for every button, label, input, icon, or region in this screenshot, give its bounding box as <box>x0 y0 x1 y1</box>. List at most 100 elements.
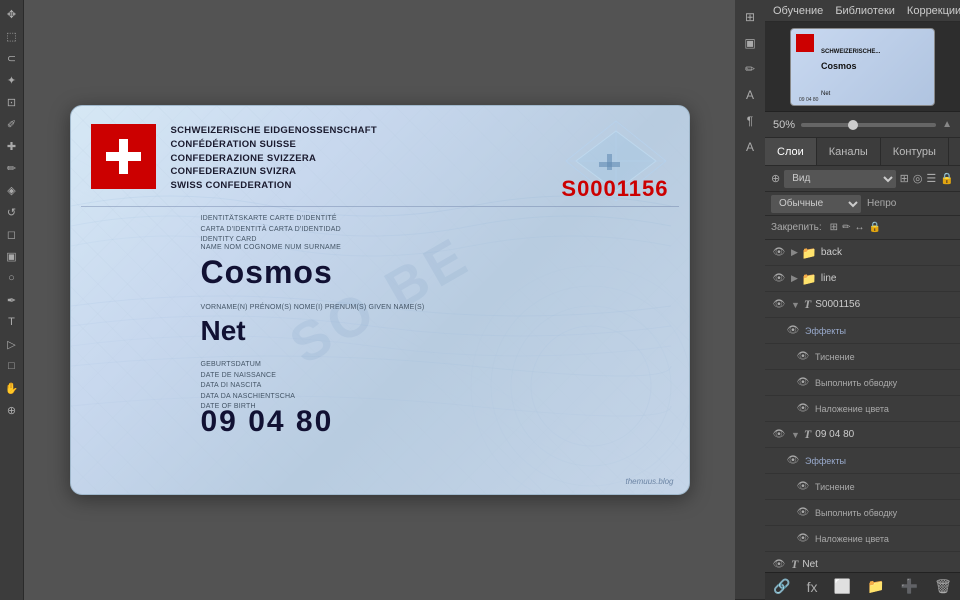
thumb-card: SCHWEIZERISCHE... Cosmos Net 09 04 80 <box>790 28 935 106</box>
layer-item-nal-1[interactable]: 👁 Наложение цвета <box>765 396 960 422</box>
menu-corrections[interactable]: Коррекции <box>907 5 960 17</box>
blend-mode-row: Обычные Непро <box>765 192 960 216</box>
given-name-label: VORNAME(N) PRÉNOM(S) NOME(I) PRENUM(S) G… <box>201 304 425 311</box>
tab-paths[interactable]: Контуры <box>881 138 949 165</box>
opacity-label: Непро <box>867 198 896 209</box>
zoom-slider[interactable] <box>801 123 936 127</box>
tool-hand[interactable]: ✋ <box>2 378 22 398</box>
tool-lasso[interactable]: ⊂ <box>2 48 22 68</box>
panel-tool-6[interactable]: A <box>737 136 763 158</box>
tool-magic[interactable]: ✦ <box>2 70 22 90</box>
surname-value: Cosmos <box>201 254 333 291</box>
thumb-confederation-text: SCHWEIZERISCHE... <box>821 49 880 55</box>
layer-item-s0001156[interactable]: 👁 ▼ T S0001156 <box>765 292 960 318</box>
filter-options-4[interactable]: 🔒 <box>940 172 954 185</box>
layer-eye-net[interactable]: 👁 <box>771 557 787 573</box>
btn-new-group[interactable]: 📁 <box>861 578 890 595</box>
name-label: NAME NOM COGNOME NUM SURNAME <box>201 244 342 251</box>
right-toolbar: ⊞ ▣ ✏ A ¶ A <box>735 0 765 600</box>
layer-eye-effects-2[interactable]: 👁 <box>785 453 801 469</box>
lock-all[interactable]: 🔒 <box>868 222 880 233</box>
layer-item-net[interactable]: 👁 T Net <box>765 552 960 572</box>
effect-name-tis-1: Тиснение <box>815 352 855 362</box>
layer-item-obv-2[interactable]: 👁 Выполнить обводку <box>765 500 960 526</box>
birth-date-value: 09 04 80 <box>201 405 334 439</box>
layer-expand-line[interactable]: ▶ <box>791 273 798 284</box>
tool-brush[interactable]: ✏ <box>2 158 22 178</box>
tool-text[interactable]: T <box>2 312 22 332</box>
layer-item-nal-2[interactable]: 👁 Наложение цвета <box>765 526 960 552</box>
layer-item-date[interactable]: 👁 ▼ T 09 04 80 <box>765 422 960 448</box>
layer-eye-obv-1[interactable]: 👁 <box>795 375 811 391</box>
tool-move[interactable]: ✥ <box>2 4 22 24</box>
tool-path[interactable]: ▷ <box>2 334 22 354</box>
zoom-icon: ▲ <box>942 119 952 130</box>
identity-type-label: IDENTITÄTSKARTE CARTE D'IDENTITÉ CARTA D… <box>201 214 341 246</box>
filter-options-2[interactable]: ◎ <box>913 172 923 185</box>
layer-item-obv-1[interactable]: 👁 Выполнить обводку <box>765 370 960 396</box>
menu-learning[interactable]: Обучение <box>773 5 823 17</box>
panel-tool-3[interactable]: ✏ <box>737 58 763 80</box>
layer-name-date: 09 04 80 <box>815 429 954 440</box>
blend-mode-dropdown[interactable]: Обычные <box>771 195 861 213</box>
effects-label-2: Эффекты <box>805 456 846 466</box>
layer-eye-tis-1[interactable]: 👁 <box>795 349 811 365</box>
tool-shape[interactable]: □ <box>2 356 22 376</box>
layer-item-back[interactable]: 👁 ▶ 📁 back <box>765 240 960 266</box>
layer-eye-obv-2[interactable]: 👁 <box>795 505 811 521</box>
btn-new-layer[interactable]: ➕ <box>895 578 924 595</box>
layer-eye-nal-1[interactable]: 👁 <box>795 401 811 417</box>
btn-add-style[interactable]: fx <box>801 579 824 595</box>
btn-link-layers[interactable]: 🔗 <box>767 578 796 595</box>
layer-item-effects-1[interactable]: 👁 Эффекты <box>765 318 960 344</box>
lock-artboard[interactable]: ↔ <box>854 222 864 233</box>
zoom-slider-thumb[interactable] <box>848 120 858 130</box>
text-icon-net: T <box>791 557 798 572</box>
filter-options-3[interactable]: ☰ <box>926 172 936 185</box>
layer-item-line[interactable]: 👁 ▶ 📁 line <box>765 266 960 292</box>
layer-eye-back[interactable]: 👁 <box>771 245 787 261</box>
layer-item-effects-2[interactable]: 👁 Эффекты <box>765 448 960 474</box>
tool-zoom[interactable]: ⊕ <box>2 400 22 420</box>
layer-eye-date[interactable]: 👁 <box>771 427 787 443</box>
layer-eye-effects-1[interactable]: 👁 <box>785 323 801 339</box>
tool-pen[interactable]: ✒ <box>2 290 22 310</box>
layer-eye-line[interactable]: 👁 <box>771 271 787 287</box>
panel-tool-1[interactable]: ⊞ <box>737 6 763 28</box>
tool-dodge[interactable]: ○ <box>2 268 22 288</box>
menu-libraries[interactable]: Библиотеки <box>835 5 895 17</box>
canvas-area: SO BE SCHWEIZERISCHE EIDGENOSSENSCHAFT C… <box>24 0 735 600</box>
tool-eraser[interactable]: ◻ <box>2 224 22 244</box>
thumb-subtitle: Net <box>821 91 830 97</box>
layer-eye-nal-2[interactable]: 👁 <box>795 531 811 547</box>
layer-filter-dropdown[interactable]: Вид <box>784 170 895 188</box>
layer-bottom-toolbar: 🔗 fx ⬜ 📁 ➕ 🗑 <box>765 572 960 600</box>
panel-tool-2[interactable]: ▣ <box>737 32 763 54</box>
tool-eyedrop[interactable]: ✐ <box>2 114 22 134</box>
panel-tool-4[interactable]: A <box>737 84 763 106</box>
panel-tool-5[interactable]: ¶ <box>737 110 763 132</box>
tab-channels[interactable]: Каналы <box>817 138 881 165</box>
tool-history[interactable]: ↺ <box>2 202 22 222</box>
btn-add-mask[interactable]: ⬜ <box>828 578 857 595</box>
layer-eye-s0001156[interactable]: 👁 <box>771 297 787 313</box>
btn-delete-layer[interactable]: 🗑 <box>928 578 958 595</box>
filter-options-1[interactable]: ⊞ <box>900 172 909 185</box>
lock-position[interactable]: ✏ <box>842 222 850 233</box>
layer-item-tis-2[interactable]: 👁 Тиснение <box>765 474 960 500</box>
layer-expand-date[interactable]: ▼ <box>791 430 800 440</box>
tool-select[interactable]: ⬚ <box>2 26 22 46</box>
tool-gradient[interactable]: ▣ <box>2 246 22 266</box>
text-icon-s0001156: T <box>804 297 811 312</box>
tool-crop[interactable]: ⊡ <box>2 92 22 112</box>
layer-eye-tis-2[interactable]: 👁 <box>795 479 811 495</box>
effect-name-obv-2: Выполнить обводку <box>815 508 897 518</box>
layers-list: 👁 ▶ 📁 back 👁 ▶ 📁 line 👁 ▼ T S0001156 👁 Э… <box>765 240 960 572</box>
lock-pixels[interactable]: ⊞ <box>830 222 838 233</box>
layer-expand-s0001156[interactable]: ▼ <box>791 300 800 310</box>
layer-expand-back[interactable]: ▶ <box>791 247 798 258</box>
tab-layers[interactable]: Слои <box>765 138 817 165</box>
tool-heal[interactable]: ✚ <box>2 136 22 156</box>
layer-item-tis-1[interactable]: 👁 Тиснение <box>765 344 960 370</box>
tool-stamp[interactable]: ◈ <box>2 180 22 200</box>
